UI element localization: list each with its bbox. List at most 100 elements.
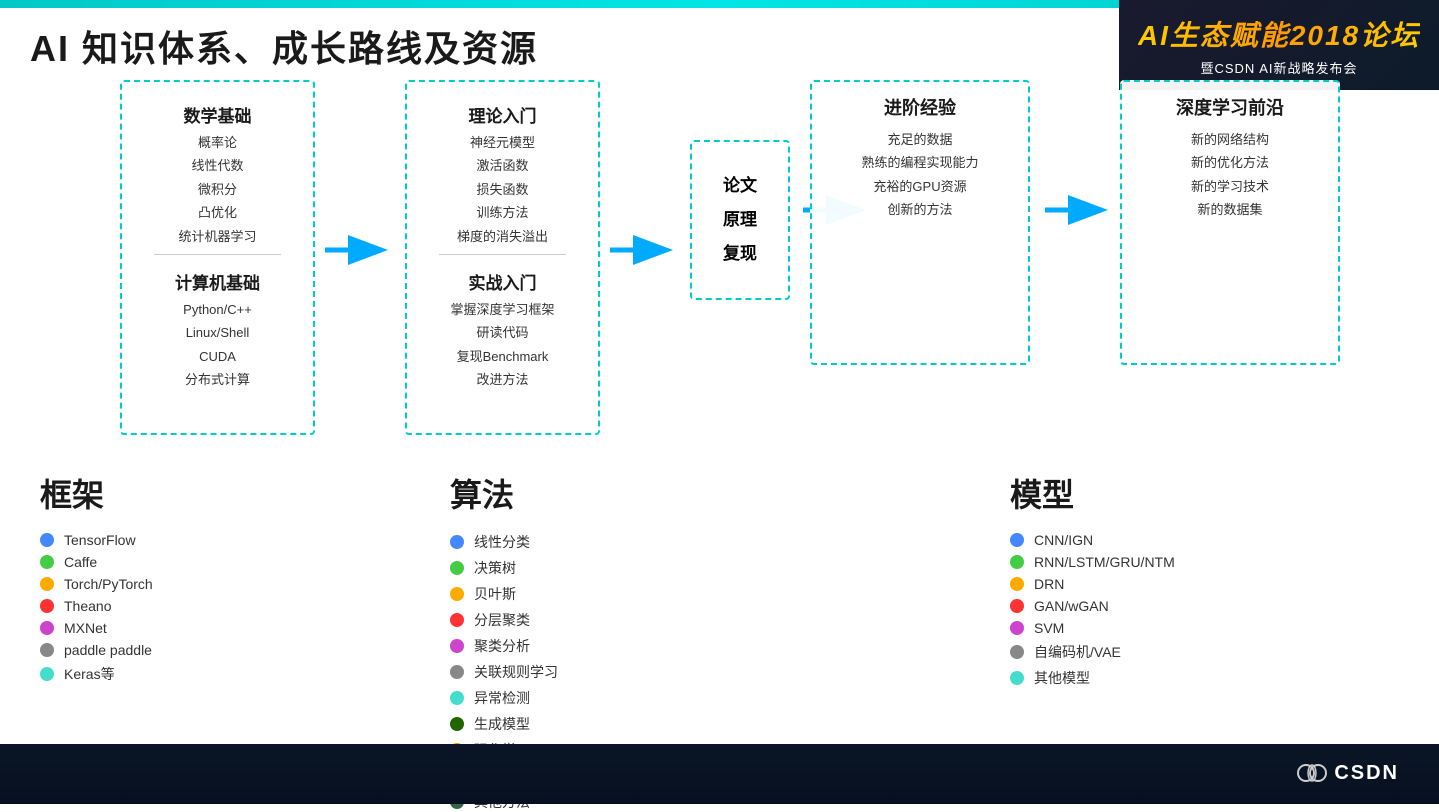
fw-item-7: Keras等 <box>40 664 300 684</box>
box-math-computer: 数学基础 概率论 线性代数 微积分 凸优化 统计机器学习 计算机基础 Pytho… <box>120 80 315 435</box>
al-name-7: 异常检测 <box>474 688 530 708</box>
title-text: 知识体系、成长路线及资源 <box>82 28 538 69</box>
al-dot-4 <box>450 613 464 627</box>
al-item-8: 生成模型 <box>450 714 690 734</box>
fw-name-6: paddle paddle <box>64 642 152 658</box>
bottom-dark <box>0 744 1439 804</box>
fw-dot-7 <box>40 667 54 681</box>
mo-dot-7 <box>1010 671 1024 685</box>
al-dot-3 <box>450 587 464 601</box>
theory-items: 神经元模型 激活函数 损失函数 训练方法 梯度的消失溢出 <box>457 131 548 248</box>
advanced-title: 进阶经验 <box>884 94 956 120</box>
al-dot-7 <box>450 691 464 705</box>
al-name-5: 聚类分析 <box>474 636 530 656</box>
box-advanced: 进阶经验 充足的数据 熟练的编程实现能力 充裕的GPU资源 创新的方法 <box>810 80 1030 365</box>
bottom-section: 框架 TensorFlow Caffe Torch/PyTorch Theano… <box>30 460 1409 760</box>
page-title: AI 知识体系、成长路线及资源 <box>30 20 538 72</box>
comp-items: Python/C++ Linux/Shell CUDA 分布式计算 <box>183 298 252 392</box>
al-item-5: 聚类分析 <box>450 636 690 656</box>
model-section: 模型 CNN/IGN RNN/LSTM/GRU/NTM DRN GAN/wGAN… <box>1000 460 1320 760</box>
comp-item-4: 分布式计算 <box>183 368 252 391</box>
adv-item-3: 充裕的GPU资源 <box>861 175 978 198</box>
al-name-3: 贝叶斯 <box>474 584 516 604</box>
logo-subtitle: 暨CSDN AI新战略发布会 <box>1200 58 1357 77</box>
fw-item-2: Caffe <box>40 554 300 570</box>
math-items: 概率论 线性代数 微积分 凸优化 统计机器学习 <box>178 131 256 248</box>
comp-item-3: CUDA <box>183 345 252 368</box>
fw-name-5: MXNet <box>64 620 107 636</box>
fw-dot-6 <box>40 643 54 657</box>
fw-item-6: paddle paddle <box>40 642 300 658</box>
al-dot-6 <box>450 665 464 679</box>
al-dot-5 <box>450 639 464 653</box>
math-item-1: 概率论 <box>178 131 256 154</box>
arrow-2 <box>605 225 675 284</box>
math-item-4: 凸优化 <box>178 201 256 224</box>
deep-item-2: 新的优化方法 <box>1191 151 1269 174</box>
mo-item-5: SVM <box>1010 620 1310 636</box>
practice-item-2: 研读代码 <box>450 321 554 344</box>
algorithm-section: 算法 线性分类 决策树 贝叶斯 分层聚类 聚类分析 关联规则学习 异常检测 <box>440 460 700 760</box>
practice-item-1: 掌握深度学习框架 <box>450 298 554 321</box>
advanced-items: 充足的数据 熟练的编程实现能力 充裕的GPU资源 创新的方法 <box>861 128 978 222</box>
mo-name-6: 自编码机/VAE <box>1034 642 1121 662</box>
mo-name-7: 其他模型 <box>1034 668 1090 688</box>
theory-item-3: 损失函数 <box>457 178 548 201</box>
logo-title: AI生态赋能2018论坛 <box>1138 14 1420 54</box>
math-item-3: 微积分 <box>178 178 256 201</box>
box-deep-learning: 深度学习前沿 新的网络结构 新的优化方法 新的学习技术 新的数据集 <box>1120 80 1340 365</box>
framework-section: 框架 TensorFlow Caffe Torch/PyTorch Theano… <box>30 460 310 760</box>
comp-item-2: Linux/Shell <box>183 321 252 344</box>
math-title: 数学基础 <box>184 102 252 127</box>
divider-2 <box>439 254 566 255</box>
practice-item-4: 改进方法 <box>450 368 554 391</box>
math-item-5: 统计机器学习 <box>178 225 256 248</box>
deep-items: 新的网络结构 新的优化方法 新的学习技术 新的数据集 <box>1191 128 1269 222</box>
adv-item-1: 充足的数据 <box>861 128 978 151</box>
fw-dot-2 <box>40 555 54 569</box>
al-item-3: 贝叶斯 <box>450 584 690 604</box>
logo-area: AI生态赋能2018论坛 暨CSDN AI新战略发布会 <box>1119 0 1439 90</box>
fw-item-5: MXNet <box>40 620 300 636</box>
theory-item-2: 激活函数 <box>457 154 548 177</box>
box-theory-practice: 理论入门 神经元模型 激活函数 损失函数 训练方法 梯度的消失溢出 实战入门 掌… <box>405 80 600 435</box>
al-item-2: 决策树 <box>450 558 690 578</box>
al-name-2: 决策树 <box>474 558 516 578</box>
al-item-4: 分层聚类 <box>450 610 690 630</box>
al-item-1: 线性分类 <box>450 532 690 552</box>
title-ai: AI <box>30 28 70 69</box>
practice-item-3: 复现Benchmark <box>450 345 554 368</box>
mo-item-7: 其他模型 <box>1010 668 1310 688</box>
fw-name-3: Torch/PyTorch <box>64 576 153 592</box>
mo-dot-6 <box>1010 645 1024 659</box>
fw-name-1: TensorFlow <box>64 532 136 548</box>
mo-name-1: CNN/IGN <box>1034 532 1093 548</box>
mo-dot-1 <box>1010 533 1024 547</box>
al-name-4: 分层聚类 <box>474 610 530 630</box>
fw-name-2: Caffe <box>64 554 97 570</box>
mo-item-4: GAN/wGAN <box>1010 598 1310 614</box>
fw-dot-5 <box>40 621 54 635</box>
deep-item-1: 新的网络结构 <box>1191 128 1269 151</box>
flow-area: 数学基础 概率论 线性代数 微积分 凸优化 统计机器学习 计算机基础 Pytho… <box>120 80 1409 460</box>
mo-name-5: SVM <box>1034 620 1064 636</box>
al-name-1: 线性分类 <box>474 532 530 552</box>
arrow-1 <box>320 225 390 284</box>
box-paper: 论文原理复现 <box>690 140 790 300</box>
comp-item-1: Python/C++ <box>183 298 252 321</box>
csdn-text: CSDN <box>1334 762 1399 785</box>
mo-dot-5 <box>1010 621 1024 635</box>
csdn-icon <box>1296 757 1328 789</box>
fw-dot-3 <box>40 577 54 591</box>
fw-dot-4 <box>40 599 54 613</box>
practice-title: 实战入门 <box>469 269 537 294</box>
fw-name-4: Theano <box>64 598 111 614</box>
arrow-4 <box>1040 185 1110 244</box>
framework-label: 框架 <box>40 470 300 516</box>
mo-item-6: 自编码机/VAE <box>1010 642 1310 662</box>
mo-dot-2 <box>1010 555 1024 569</box>
fw-item-1: TensorFlow <box>40 532 300 548</box>
paper-text: 论文原理复现 <box>723 169 757 271</box>
deep-item-4: 新的数据集 <box>1191 198 1269 221</box>
mo-name-3: DRN <box>1034 576 1064 592</box>
